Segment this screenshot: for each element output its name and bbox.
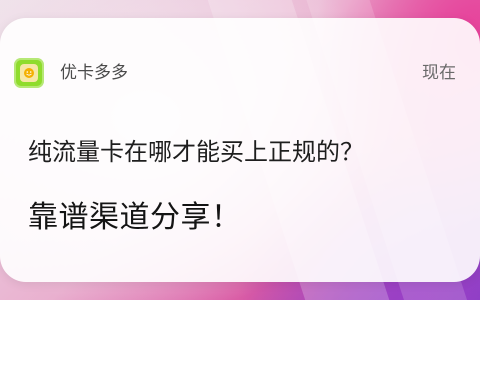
app-icon <box>14 58 44 88</box>
notification-card[interactable]: 优卡多多 现在 纯流量卡在哪才能买上正规的？ 靠谱渠道分享！ <box>0 18 480 282</box>
app-icon-badge <box>20 64 38 82</box>
notification-title: 纯流量卡在哪才能买上正规的？ <box>28 138 364 166</box>
smile-icon <box>24 68 34 78</box>
app-name: 优卡多多 <box>60 63 128 83</box>
notification-timestamp: 现在 <box>422 63 456 83</box>
notification-body: 靠谱渠道分享！ <box>28 200 242 235</box>
